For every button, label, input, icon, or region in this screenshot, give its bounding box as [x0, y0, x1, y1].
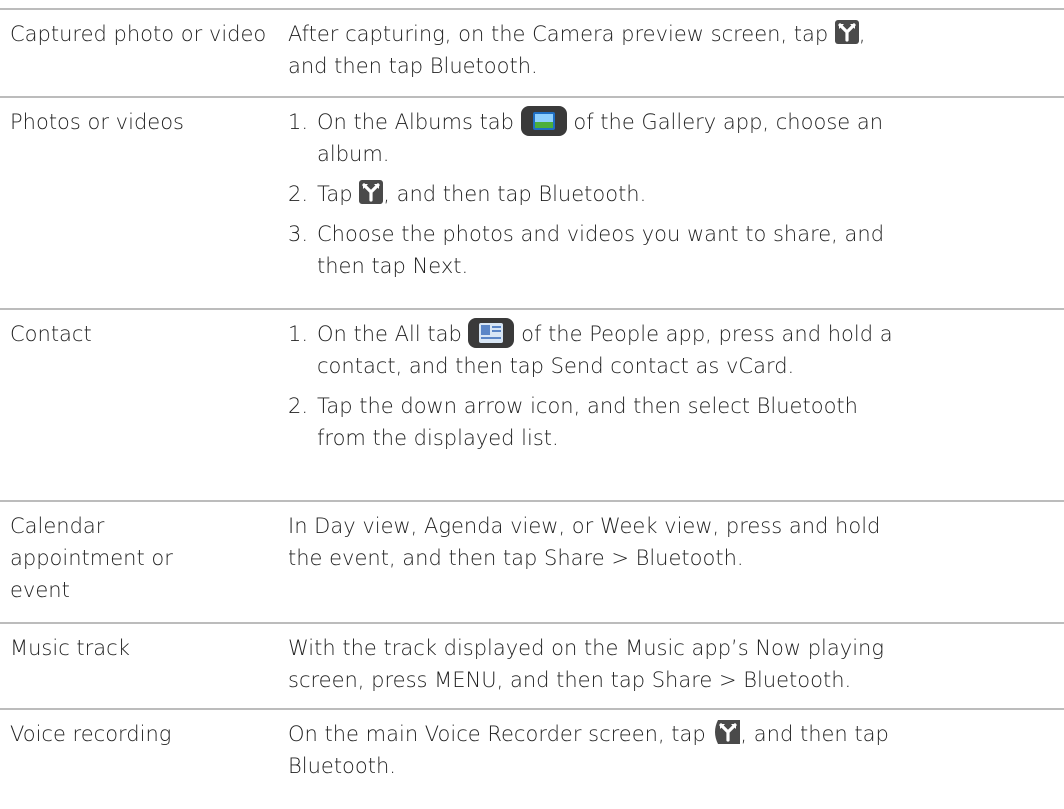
- row-label: Voice recording: [10, 722, 172, 746]
- text-line: In Day view, Agenda view, or Week view, …: [288, 514, 881, 538]
- text-fragment: On the All tab: [317, 322, 469, 346]
- text-fragment: ,: [858, 22, 866, 46]
- step-number: 1.: [288, 110, 309, 134]
- table-row: Contact 1. On the All tab of the People …: [0, 308, 1064, 500]
- row-label: Calendar appointment or event: [0, 502, 270, 606]
- step-number: 1.: [288, 322, 309, 346]
- albums-tab-icon: [520, 106, 567, 136]
- text-line: screen, press MENU, and then tap Share >…: [288, 668, 852, 692]
- text-line: then tap Next.: [317, 254, 469, 278]
- row-label: Contact: [10, 322, 92, 346]
- text-fragment: After capturing, on the Camera preview s…: [288, 22, 835, 46]
- text-line: album.: [317, 142, 390, 166]
- people-all-tab-icon: [468, 318, 515, 348]
- row-description: With the track displayed on the Music ap…: [288, 624, 1058, 696]
- text-fragment: Tap: [317, 182, 360, 206]
- text-fragment: On the Albums tab: [317, 110, 521, 134]
- text-line: Tap , and then tap Bluetooth.: [317, 178, 1058, 210]
- table-row: Calendar appointment or event In Day vie…: [0, 500, 1064, 622]
- text-fragment: , and then tap: [740, 722, 889, 746]
- step-number: 2.: [288, 394, 309, 418]
- text-line: Bluetooth.: [288, 754, 396, 778]
- row-label: Captured photo or video: [10, 22, 267, 46]
- list-item: 2. Tap the down arrow icon, and then sel…: [288, 390, 1058, 454]
- list-item: 1. On the All tab of the People app, pre…: [288, 318, 1058, 382]
- share-icon: [834, 20, 859, 44]
- text-line: On the main Voice Recorder screen, tap ,…: [288, 718, 1058, 750]
- text-line: With the track displayed on the Music ap…: [288, 636, 884, 660]
- text-fragment: , and then tap Bluetooth.: [383, 182, 647, 206]
- table-row: Music track With the track displayed on …: [0, 622, 1064, 708]
- list-item: 2. Tap , and then tap Bluetooth.: [288, 178, 1058, 210]
- row-description: In Day view, Agenda view, or Week view, …: [288, 502, 1058, 574]
- text-line: and then tap Bluetooth.: [288, 54, 538, 78]
- row-description: On the main Voice Recorder screen, tap ,…: [288, 710, 1058, 782]
- text-line: Tap the down arrow icon, and then select…: [317, 394, 858, 418]
- row-label: Music track: [10, 636, 130, 660]
- list-item: 3. Choose the photos and videos you want…: [288, 218, 1058, 282]
- list-item: 1. On the Albums tab of the Gallery app,…: [288, 106, 1058, 170]
- text-line: contact, and then tap Send contact as vC…: [317, 354, 795, 378]
- label-line: event: [10, 578, 70, 602]
- label-line: appointment or: [10, 546, 173, 570]
- text-line: Choose the photos and videos you want to…: [317, 222, 885, 246]
- text-line: After capturing, on the Camera preview s…: [288, 18, 1058, 50]
- table-row: Captured photo or video After capturing,…: [0, 8, 1064, 96]
- label-line: Calendar: [10, 514, 105, 538]
- text-line: On the All tab of the People app, press …: [317, 318, 1058, 350]
- share-icon: [715, 720, 741, 744]
- text-fragment: of the Gallery app, choose an: [566, 110, 884, 134]
- row-description: 1. On the Albums tab of the Gallery app,…: [288, 98, 1058, 290]
- table-row: Photos or videos 1. On the Albums tab of…: [0, 96, 1064, 308]
- text-line: On the Albums tab of the Gallery app, ch…: [317, 106, 1058, 138]
- step-number: 2.: [288, 182, 309, 206]
- text-fragment: of the People app, press and hold a: [514, 322, 893, 346]
- row-label: Photos or videos: [10, 110, 184, 134]
- text-fragment: On the main Voice Recorder screen, tap: [288, 722, 713, 746]
- text-line: from the displayed list.: [317, 426, 559, 450]
- row-description: After capturing, on the Camera preview s…: [288, 10, 1058, 82]
- row-description: 1. On the All tab of the People app, pre…: [288, 310, 1058, 462]
- text-line: the event, and then tap Share > Bluetoot…: [288, 546, 744, 570]
- step-number: 3.: [288, 222, 309, 246]
- table-row: Voice recording On the main Voice Record…: [0, 708, 1064, 809]
- share-icon: [359, 180, 384, 204]
